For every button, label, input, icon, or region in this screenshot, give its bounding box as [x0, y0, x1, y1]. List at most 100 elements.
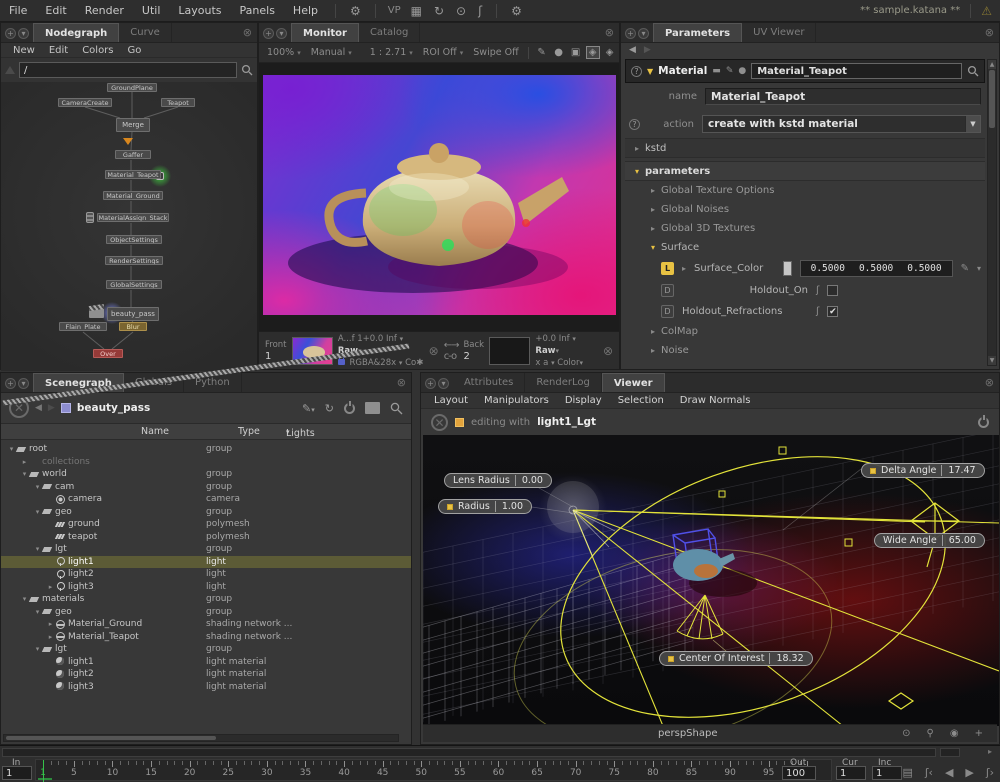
out-field[interactable]	[782, 766, 816, 780]
playhead[interactable]	[43, 760, 44, 782]
wrench-icon[interactable]: ✎	[726, 66, 734, 76]
action-dropdown[interactable]: create with kstd material ▼	[702, 115, 981, 133]
scenegraph-row-lgt[interactable]: ▾lgtgroup	[1, 643, 411, 656]
timeline-scrollbar[interactable]	[2, 748, 936, 757]
render-image[interactable]	[263, 75, 616, 315]
badge-icon[interactable]: ▬	[712, 66, 721, 76]
current-frame-field[interactable]	[836, 766, 866, 780]
pane-add-icon[interactable]: +	[5, 378, 16, 389]
tab-catalog[interactable]: Catalog	[359, 23, 420, 42]
node-name-field[interactable]	[751, 63, 962, 79]
power-icon[interactable]	[978, 417, 989, 428]
node-objectsettings[interactable]: ObjectSettings	[106, 235, 162, 244]
hud-wide-angle[interactable]: Wide Angle65.00	[874, 533, 985, 548]
menubar-item-render[interactable]: Render	[76, 4, 133, 17]
snapshot-icon[interactable]: ▦	[405, 4, 428, 18]
keyframe-icon[interactable]: ʃ	[472, 4, 488, 18]
holdout-refractions-checkbox[interactable]: ✔	[827, 306, 838, 317]
help-icon[interactable]: ?	[631, 66, 642, 77]
group-kstd[interactable]: ▸kstd	[625, 138, 985, 158]
tab-uv-viewer[interactable]: UV Viewer	[742, 23, 816, 42]
menubar-item-edit[interactable]: Edit	[36, 4, 75, 17]
scenegraph-row-world[interactable]: ▾worldgroup	[1, 468, 411, 481]
comment-icon[interactable]: ●	[552, 47, 566, 58]
clear-edit-icon[interactable]: ✕	[431, 414, 448, 431]
set-key-icon[interactable]: ʃ	[816, 306, 819, 317]
tab-curve[interactable]: Curve	[119, 23, 172, 42]
compare-icon[interactable]: ◈	[603, 47, 617, 58]
scroll-right-icon[interactable]: ▸	[988, 747, 992, 756]
expander-icon[interactable]: ▾	[20, 470, 29, 478]
menubar-item-file[interactable]: File	[0, 4, 36, 17]
expander-icon[interactable]: ▾	[33, 645, 42, 653]
sync-icon[interactable]: ↻	[428, 4, 450, 18]
scenegraph-row-geo[interactable]: ▾geogroup	[1, 506, 411, 519]
prev-key-icon[interactable]: ʃ‹	[925, 766, 933, 779]
local-badge[interactable]: L	[661, 262, 674, 275]
node-merge[interactable]: Merge	[116, 118, 150, 132]
scenegraph-row-camera[interactable]: cameracamera	[1, 493, 411, 506]
tab-nodegraph[interactable]: Nodegraph	[33, 23, 119, 42]
clear-front-icon[interactable]: ⊗	[429, 344, 439, 358]
add-plus-icon[interactable]: +	[975, 728, 983, 739]
search-icon[interactable]	[241, 64, 253, 76]
surface-color-values[interactable]: 0.5000 0.5000 0.5000	[800, 260, 953, 277]
scrollbar-thumb[interactable]	[989, 70, 995, 128]
name-input[interactable]	[705, 88, 981, 105]
comment-icon[interactable]: ●	[738, 66, 746, 76]
pane-menu-icon[interactable]: ▾	[276, 28, 287, 39]
scenegraph-row-light3[interactable]: ▸light3light	[1, 581, 411, 594]
viewer-menu-draw-normals[interactable]: Draw Normals	[673, 395, 758, 406]
close-icon[interactable]: ⊗	[985, 376, 999, 392]
pane-add-icon[interactable]: +	[425, 378, 436, 389]
scenegraph-row-ground[interactable]: groundpolymesh	[1, 518, 411, 531]
expand-triangle-icon[interactable]: ▼	[647, 67, 653, 76]
holdout-on-checkbox[interactable]	[827, 285, 838, 296]
node-material-ground[interactable]: Material_Ground	[103, 191, 163, 200]
node-cameracreate[interactable]: CameraCreate	[58, 98, 112, 107]
roi-dropdown[interactable]: ROI Off ▾	[419, 47, 467, 58]
node-teapot[interactable]: Teapot	[161, 98, 195, 107]
scrollbar-thumb[interactable]	[6, 736, 216, 740]
tab-attributes[interactable]: Attributes	[453, 373, 525, 392]
zoom-dropdown[interactable]: 100% ▾	[263, 47, 305, 58]
history-forward-icon[interactable]: ▶	[644, 45, 651, 55]
flipbook-icon[interactable]: ▤	[902, 766, 912, 779]
tab-monitor[interactable]: Monitor	[291, 23, 359, 42]
expander-icon[interactable]: ▸	[46, 633, 55, 641]
light-pin-icon[interactable]: ⚲	[927, 728, 934, 739]
close-icon[interactable]: ⊗	[985, 26, 999, 42]
pan-tool-icon[interactable]: ◈	[586, 46, 600, 59]
scenegraph-row-lgt[interactable]: ▾lgtgroup	[1, 543, 411, 556]
nodegraph-menu-go[interactable]: Go	[122, 45, 148, 56]
viewer-menu-layout[interactable]: Layout	[427, 395, 475, 406]
increment-field[interactable]	[872, 766, 902, 780]
scenegraph-row-teapot[interactable]: teapotpolymesh	[1, 531, 411, 544]
hud-radius[interactable]: Radius1.00	[438, 499, 532, 514]
scenegraph-row-light2[interactable]: light2light	[1, 568, 411, 581]
history-back-icon[interactable]: ◀	[35, 403, 42, 413]
scenegraph-row-collections[interactable]: ▸collections	[1, 456, 411, 469]
history-back-icon[interactable]: ◀	[629, 45, 636, 55]
pane-menu-icon[interactable]: ▾	[18, 378, 29, 389]
edit-pencil-icon[interactable]: ✎	[961, 263, 969, 274]
tab-viewer[interactable]: Viewer	[602, 373, 665, 392]
default-badge[interactable]: D	[661, 305, 674, 318]
timeline-scrollbar-handle[interactable]	[940, 748, 960, 757]
nodegraph-canvas[interactable]: GroundPlaneCameraCreateTeapotMergeGaffer…	[1, 82, 257, 371]
group-global-noises[interactable]: ▸Global Noises	[625, 200, 985, 219]
node-over[interactable]: Over	[93, 349, 123, 358]
default-badge[interactable]: D	[661, 284, 674, 297]
scrollbar[interactable]: ▲ ▼	[987, 59, 997, 366]
tab-parameters[interactable]: Parameters	[653, 23, 742, 42]
expander-icon[interactable]: ▸	[46, 583, 55, 591]
node-rendersettings[interactable]: RenderSettings	[105, 256, 163, 265]
horizontal-scrollbar[interactable]	[3, 734, 399, 742]
in-field[interactable]	[2, 766, 32, 780]
step-back-icon[interactable]: ◀	[945, 766, 953, 779]
hud-center-of-interest[interactable]: Center Of Interest18.32	[659, 651, 813, 666]
viewport-3d[interactable]: Lens Radius0.00Radius1.00Delta Angle17.4…	[423, 435, 999, 726]
scenegraph-row-light1[interactable]: light1light	[1, 556, 411, 569]
render-clapper-icon[interactable]	[365, 402, 380, 414]
scenegraph-row-light3[interactable]: light3light material	[1, 681, 411, 694]
